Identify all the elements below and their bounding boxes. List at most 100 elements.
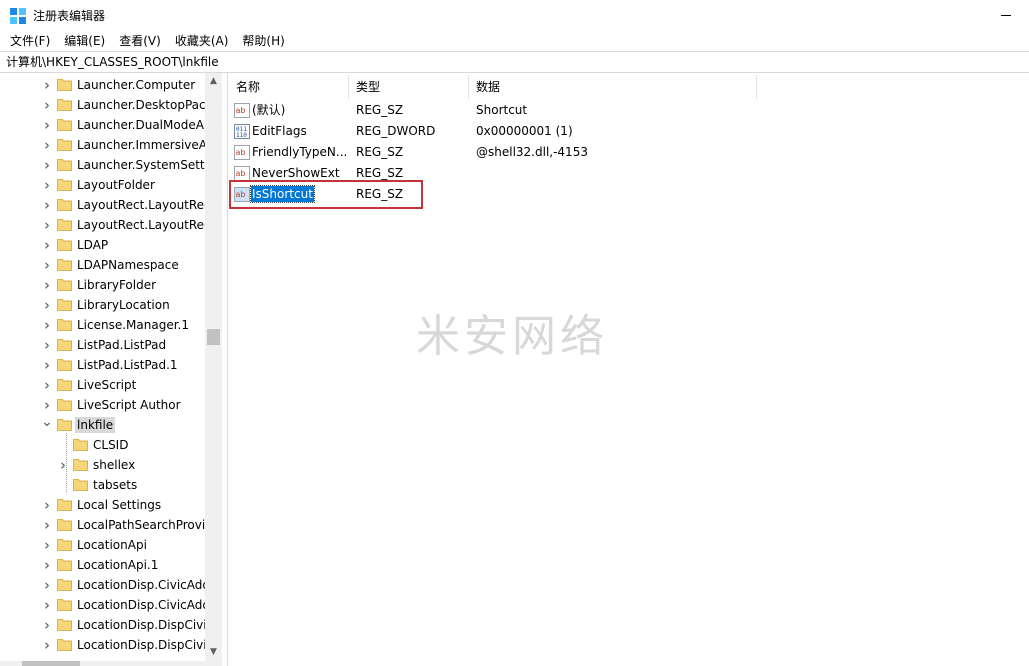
string-value-icon: ab [234,103,250,118]
tree-item[interactable]: › LayoutRect.LayoutRect [0,195,215,215]
chevron-right-icon[interactable]: › [41,497,53,513]
tree-item-label: Local Settings [77,498,162,512]
chevron-right-icon[interactable]: › [41,77,53,93]
tree-item[interactable]: › LocationDisp.CivicAdd [0,595,210,615]
watermark-text: 米安网络 [416,311,608,362]
tree-item[interactable]: ⌄ lnkfile [0,414,206,435]
menu-view[interactable]: 查看(V) [112,30,168,51]
tree-item[interactable]: tabsets [0,475,206,495]
chevron-right-icon[interactable]: › [41,177,53,193]
chevron-right-icon[interactable]: › [41,617,53,633]
tree-item[interactable]: › Launcher.SystemSettin [0,155,216,175]
tree-item[interactable]: › Launcher.Computer [0,75,206,95]
chevron-right-icon[interactable]: › [41,557,53,573]
tree-item[interactable]: › LocationApi.1 [0,555,206,575]
folder-icon [73,459,88,471]
folder-icon [57,199,72,211]
chevron-right-icon[interactable]: › [41,197,53,213]
tree-item-label: LayoutRect.LayoutRect [77,198,216,212]
chevron-right-icon[interactable]: › [41,397,53,413]
values-list[interactable]: 名称 类型 数据 ab (默认) REG_SZ Shortcut 011 110 EditF… [229,73,1029,666]
scroll-down-arrow-icon[interactable]: ▼ [205,644,222,661]
tree-item[interactable]: › LayoutRect.LayoutRect [0,215,215,235]
folder-icon [57,239,72,251]
chevron-down-icon[interactable]: ⌄ [41,414,53,430]
value-row[interactable]: ab FriendlyTypeN... REG_SZ @shell32.dll,-41… [229,142,789,163]
value-row[interactable]: 011 110 EditFlags REG_DWORD 0x00000001 (1) [229,121,789,142]
tree-item[interactable]: › LocalPathSearchProvic [0,515,212,535]
chevron-right-icon[interactable]: › [41,237,53,253]
tree-item[interactable]: › Launcher.DesktopPack [0,95,213,115]
svg-text:ab: ab [236,148,246,157]
chevron-right-icon[interactable]: › [41,537,53,553]
pane-splitter[interactable] [222,73,228,666]
tree-item[interactable]: › LocationDisp.CivicAdd [0,575,210,595]
tree-item[interactable]: › LocationApi [0,535,206,555]
folder-icon [57,99,72,111]
chevron-right-icon[interactable]: › [41,117,53,133]
chevron-right-icon[interactable]: › [41,637,53,653]
tree-item[interactable]: › LiveScript [0,375,206,395]
menu-file[interactable]: 文件(F) [3,30,57,51]
scroll-up-arrow-icon[interactable]: ▲ [205,73,222,90]
tree-item[interactable]: › License.Manager.1 [0,315,206,335]
horizontal-scroll-thumb[interactable] [22,661,80,666]
tree-item[interactable]: › LocationDisp.DispCivic [0,635,213,655]
key-tree[interactable]: › Launcher.Computer › Launcher.DesktopPack ›… [0,73,222,666]
chevron-right-icon[interactable]: › [41,577,53,593]
minimize-button[interactable] [990,4,1020,26]
tree-item[interactable]: › LDAPNamespace [0,255,206,275]
chevron-right-icon[interactable]: › [41,137,53,153]
folder-icon [57,579,72,591]
folder-icon [57,259,72,271]
tree-item[interactable]: › LocationDisp.DispCivic [0,615,213,635]
tree-item[interactable]: › LayoutFolder [0,175,206,195]
tree-vertical-scrollbar[interactable]: ▲ ▼ [205,73,222,661]
tree-item-label: LibraryFolder [77,278,157,292]
tree-item[interactable]: › LiveScript Author [0,395,206,415]
chevron-right-icon[interactable]: › [41,337,53,353]
menu-help[interactable]: 帮助(H) [235,30,291,51]
tree-item[interactable]: › ListPad.ListPad [0,335,206,355]
tree-item[interactable]: › LibraryFolder [0,275,206,295]
tree-item-label: ListPad.ListPad.1 [77,358,178,372]
tree-item[interactable]: › Local Settings [0,495,206,515]
menu-edit[interactable]: 编辑(E) [57,30,112,51]
chevron-right-icon[interactable]: › [41,217,53,233]
value-data: 0x00000001 (1) [476,124,573,138]
tree-item-label: LibraryLocation [77,298,170,312]
chevron-right-icon[interactable]: › [41,277,53,293]
tree-item[interactable]: CLSID [0,435,206,455]
registry-editor-icon [10,8,26,24]
address-bar[interactable]: 计算机\HKEY_CLASSES_ROOT\lnkfile [0,51,1029,73]
chevron-right-icon[interactable]: › [41,97,53,113]
chevron-right-icon[interactable]: › [41,157,53,173]
tree-item-label: LiveScript Author [77,398,181,412]
value-row[interactable]: ab (默认) REG_SZ Shortcut [229,100,789,121]
column-header-data[interactable]: 数据 [469,75,757,99]
chevron-right-icon[interactable]: › [57,457,69,473]
tree-item[interactable]: › shellex [0,455,206,475]
tree-item-label: Launcher.SystemSettin [77,158,216,172]
tree-item[interactable]: › LDAP [0,235,206,255]
tree-item[interactable]: › Launcher.ImmersiveAp [0,135,215,155]
column-header-type[interactable]: 类型 [349,75,469,99]
folder-icon [57,219,72,231]
chevron-right-icon[interactable]: › [41,357,53,373]
scroll-thumb[interactable] [207,329,220,345]
tree-item[interactable]: › Launcher.DualModeAp [0,115,212,135]
chevron-right-icon[interactable]: › [41,297,53,313]
tree-item[interactable]: › LibraryLocation [0,295,206,315]
folder-icon [57,299,72,311]
chevron-right-icon[interactable]: › [41,517,53,533]
tree-horizontal-scrollbar[interactable] [0,661,222,666]
chevron-right-icon[interactable]: › [41,377,53,393]
title-bar: 注册表编辑器 [0,0,1029,30]
chevron-right-icon[interactable]: › [41,257,53,273]
chevron-right-icon[interactable]: › [41,317,53,333]
column-header-name[interactable]: 名称 [229,75,349,99]
menu-favorites[interactable]: 收藏夹(A) [168,30,236,51]
chevron-right-icon[interactable]: › [41,597,53,613]
tree-item-label: LDAP [77,238,109,252]
tree-item[interactable]: › ListPad.ListPad.1 [0,355,206,375]
